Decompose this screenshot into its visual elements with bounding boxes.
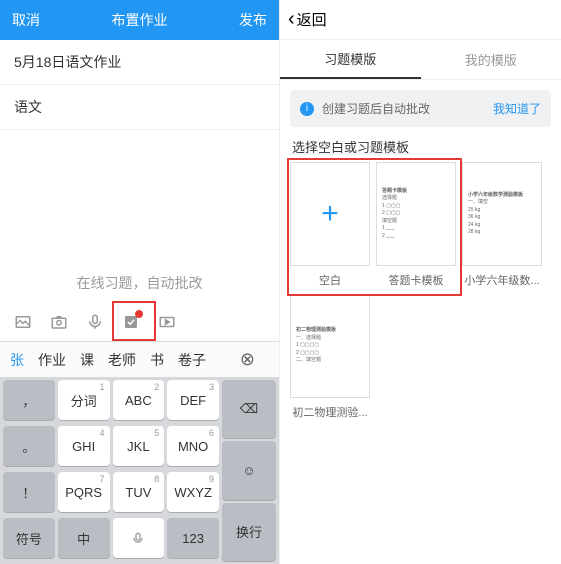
close-candidates-icon[interactable]: ⊗ (240, 349, 255, 370)
template-blank[interactable]: + 空白 (290, 162, 370, 288)
page-title: 布置作业 (112, 10, 168, 30)
key-tuv[interactable]: TUV8 (113, 472, 165, 512)
key-def[interactable]: DEF3 (167, 380, 219, 420)
subject-row[interactable]: 语文 (0, 85, 279, 130)
key-enter[interactable]: 换行 (222, 503, 276, 561)
key-pqrs[interactable]: PQRS7 (58, 472, 110, 512)
back-button[interactable]: ‹ 返回 (280, 0, 561, 40)
highlight-box (112, 301, 156, 341)
content-placeholder[interactable]: 在线习题，自动批改 (0, 130, 279, 303)
candidate-bar[interactable]: 张 作业 课 老师 书 卷子 ⊗ (0, 341, 279, 377)
notice-text: 创建习题后自动批改 (322, 100, 430, 117)
candidate-2[interactable]: 作业 (38, 350, 66, 370)
key-ghi[interactable]: GHI4 (58, 426, 110, 466)
key-space[interactable] (113, 518, 165, 558)
tab-my-templates[interactable]: 我的模版 (421, 40, 561, 79)
video-icon[interactable] (158, 313, 176, 331)
key-emoji[interactable]: ☺ (222, 441, 276, 499)
section-title: 选择空白或习题模板 (280, 137, 561, 162)
key-exclaim[interactable]: ！ (3, 472, 55, 512)
candidate-4[interactable]: 老师 (108, 350, 136, 370)
template-math[interactable]: 小学六年级数学测验模板一、填空25 kg36 kg24 kg28 kg 小学六年… (462, 162, 542, 288)
mic-icon[interactable] (86, 313, 104, 331)
template-math-label: 小学六年级数... (462, 272, 542, 288)
candidate-5[interactable]: 书 (150, 350, 164, 370)
key-fenci[interactable]: 分词1 (58, 380, 110, 420)
key-delete[interactable]: ⌫ (222, 380, 276, 438)
back-label: 返回 (297, 9, 327, 30)
key-comma[interactable]: ， (3, 380, 55, 420)
chevron-left-icon: ‹ (288, 8, 295, 31)
key-abc[interactable]: ABC2 (113, 380, 165, 420)
tab-exercise-templates[interactable]: 习题模版 (280, 40, 421, 79)
notice-dismiss[interactable]: 我知道了 (493, 100, 541, 117)
candidate-1[interactable]: 张 (10, 350, 24, 370)
info-icon: i (300, 102, 314, 116)
key-period[interactable]: 。 (3, 426, 55, 466)
plus-icon: + (321, 197, 339, 231)
assignment-title[interactable]: 5月18日语文作业 (0, 40, 279, 85)
key-mno[interactable]: MNO6 (167, 426, 219, 466)
template-answer-label: 答题卡模板 (376, 272, 456, 288)
template-physics[interactable]: 初二物理测验模板一、选择题1 ▢▢▢▢2 ▢▢▢▢二、填空题 初二物理测验... (290, 294, 370, 420)
cancel-button[interactable]: 取消 (12, 10, 40, 30)
key-lang[interactable]: 中 (58, 518, 110, 558)
template-physics-label: 初二物理测验... (290, 404, 370, 420)
key-wxyz[interactable]: WXYZ9 (167, 472, 219, 512)
key-symbol[interactable]: 符号 (3, 518, 55, 558)
candidate-6[interactable]: 卷子 (178, 350, 206, 370)
template-blank-label: 空白 (290, 272, 370, 288)
candidate-3[interactable]: 课 (80, 350, 94, 370)
camera-icon[interactable] (50, 313, 68, 331)
image-icon[interactable] (14, 313, 32, 331)
key-jkl[interactable]: JKL5 (113, 426, 165, 466)
template-answer-card[interactable]: 答题卡模板选择题1 ▢▢▢2 ▢▢▢填空题1 ___2 ___ 答题卡模板 (376, 162, 456, 288)
publish-button[interactable]: 发布 (239, 10, 267, 30)
key-123[interactable]: 123 (167, 518, 219, 558)
